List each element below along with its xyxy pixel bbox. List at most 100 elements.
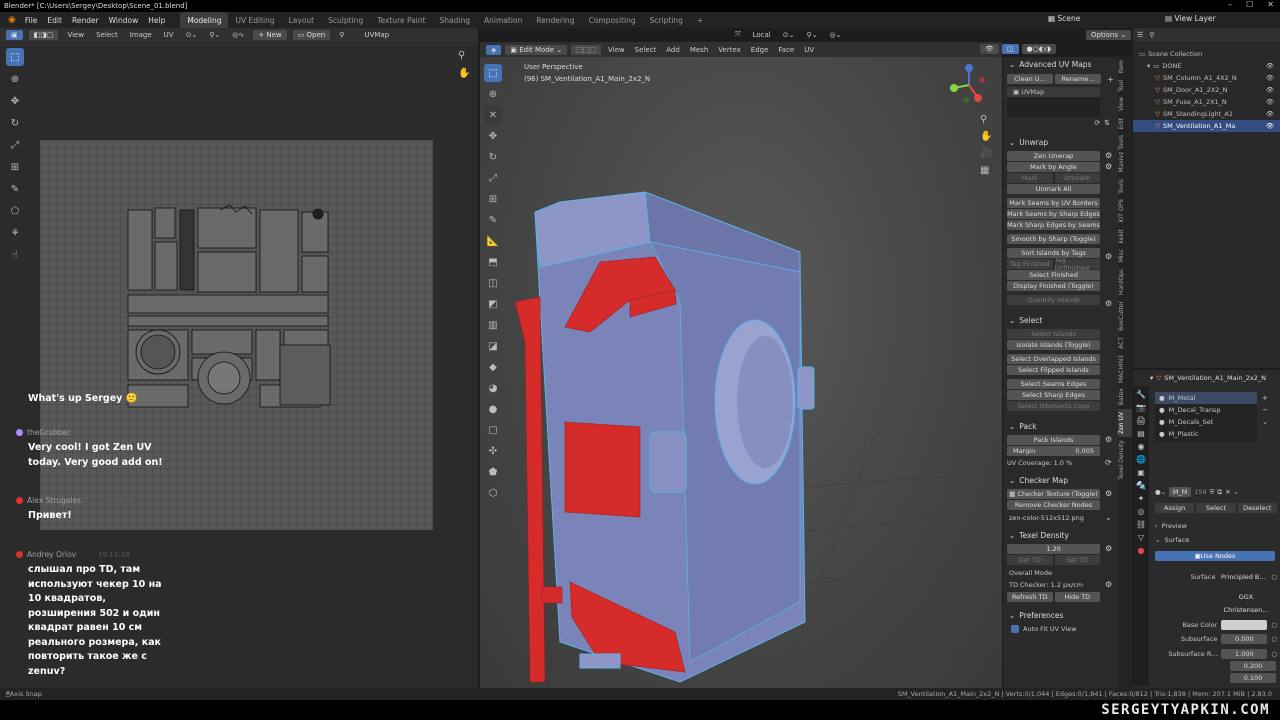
scene-icon[interactable]: ◉ (1138, 442, 1145, 451)
snap-icon[interactable]: ⚲⌄ (206, 31, 223, 39)
refresh-td-button[interactable]: Refresh TD (1007, 592, 1053, 602)
tab-modeling[interactable]: Modeling (180, 12, 229, 28)
move-tool-icon[interactable]: ✥ (484, 127, 502, 145)
assign-button[interactable]: Assign (1155, 503, 1195, 513)
pack-header[interactable]: ⌄ Pack (1003, 419, 1118, 434)
vp-menu-select[interactable]: Select (632, 46, 660, 54)
mark-by-angle-button[interactable]: Mark by Angle (1007, 162, 1100, 172)
uvmap-list-item[interactable]: ▣ UVMap (1007, 87, 1100, 97)
pan-hand-icon[interactable]: ✋ (458, 68, 470, 79)
cursor-tool-icon[interactable]: ⊕ (484, 85, 502, 103)
tab-rendering[interactable]: Rendering (529, 12, 581, 28)
clean-uv-button[interactable]: Clean U... (1007, 74, 1053, 84)
menu-edit[interactable]: Edit (42, 16, 67, 25)
td-value-field[interactable]: 1.20 (1007, 544, 1100, 554)
modifier-icon[interactable]: 🔩 (1136, 481, 1146, 490)
xray-icon[interactable]: ◫ (1001, 44, 1019, 54)
bevel-tool-icon[interactable]: ◩ (484, 295, 502, 313)
scale-tool-icon[interactable]: ⤢ (484, 169, 502, 187)
get-td-button[interactable]: Get TD (1007, 555, 1053, 565)
unmark-button[interactable]: Unmark (1054, 173, 1100, 183)
tag-finished-button[interactable]: Tag Finished (1007, 259, 1053, 269)
measure-tool-icon[interactable]: 📐 (484, 232, 502, 250)
quadrify-islands-button[interactable]: Quadrify Islands (1007, 295, 1100, 305)
material-datablock[interactable]: ●⌄ M_M 159 ⛨ ⧉ ✕ ⌄ (1155, 487, 1275, 497)
isolate-islands-button[interactable]: Isolate Islands (Toggle) (1007, 340, 1100, 350)
auto-fit-uv-checkbox[interactable]: Auto Fit UV View (1003, 623, 1118, 635)
pivot-point-icon[interactable]: ⊙⌄ (780, 31, 798, 39)
material-slot[interactable]: ● M_Plastic (1155, 428, 1257, 440)
surface-panel-header[interactable]: ⌄ Surface (1155, 534, 1189, 546)
surface-shader-field[interactable]: Principled B... (1219, 572, 1268, 582)
physics-icon[interactable]: ◎ (1138, 507, 1145, 516)
uv-menu-image[interactable]: Image (127, 31, 155, 39)
tab-batex[interactable]: Batex (1118, 385, 1132, 408)
annotate-tool-icon[interactable]: ✎ (6, 180, 24, 198)
open-image-button[interactable]: ▭ Open (292, 30, 331, 40)
checker-map-header[interactable]: ⌄ Checker Map (1003, 473, 1118, 488)
shear-tool-icon[interactable]: ⬟ (484, 463, 502, 481)
mode-selector[interactable]: ▣ Edit Mode ⌄ (505, 44, 568, 55)
add-uv-icon[interactable]: + (1107, 75, 1114, 84)
set-td-button[interactable]: Set TD (1054, 555, 1100, 565)
outliner-item[interactable]: ▽ SM_StandingLight_A1 👁 (1133, 108, 1280, 120)
navigation-gizmo[interactable] (944, 60, 994, 110)
socket-icon[interactable]: ○ (1271, 621, 1277, 629)
tab-kekit[interactable]: kekit (1118, 226, 1132, 246)
select-overlapped-button[interactable]: Select Overlapped Islands (1007, 354, 1100, 364)
rotate-tool-icon[interactable]: ↻ (6, 114, 24, 132)
select-sharp-button[interactable]: Select Sharp Edges (1007, 390, 1100, 400)
subsurface-radius-y[interactable]: 0.200 (1230, 661, 1276, 671)
cursor-tool-icon[interactable]: ⊕ (6, 70, 24, 88)
material-name-field[interactable]: M_M (1169, 487, 1192, 497)
select-tool-icon[interactable]: ⬚ (484, 64, 502, 82)
transform-orientation[interactable]: ⤧ Local ⊙⌄ ⚲⌄ ◎⌄ (732, 30, 844, 39)
proportional-icon[interactable]: ◎∿ (229, 31, 247, 39)
tab-view[interactable]: View (1118, 94, 1132, 114)
transform-tool-icon[interactable]: ⊞ (6, 158, 24, 176)
tab-compositing[interactable]: Compositing (582, 12, 643, 28)
rename-uv-button[interactable]: Rename... (1055, 74, 1101, 84)
grid-ortho-icon[interactable]: ▦ (980, 165, 992, 176)
material-slot-list[interactable]: ● M_Metal ● M_Decal_Transp ● M_Decals_Set ●… (1155, 392, 1257, 442)
tab-hardops[interactable]: HardOps (1118, 266, 1132, 298)
gear-icon[interactable]: ⚙ (1105, 253, 1113, 261)
td-mode-select[interactable]: Overall Mode (1003, 567, 1118, 579)
output-icon[interactable]: 🖨 (1136, 416, 1146, 425)
gear-icon[interactable]: ⚙ (1105, 163, 1113, 171)
fake-user-icon[interactable]: ⛨ (1210, 488, 1215, 497)
tab-machin3[interactable]: MACHIN3 (1118, 352, 1132, 386)
vp-menu-face[interactable]: Face (775, 46, 797, 54)
socket-icon[interactable]: ○ (1271, 650, 1277, 658)
data-icon[interactable]: ▽ (1138, 533, 1144, 542)
loopcut-tool-icon[interactable]: ▥ (484, 316, 502, 334)
select-flipped-button[interactable]: Select Flipped Islands (1007, 365, 1100, 375)
minimize-icon[interactable]: – (1228, 0, 1232, 9)
material-slot[interactable]: ● M_Decal_Transp (1155, 404, 1257, 416)
3d-viewport[interactable] (480, 42, 1002, 688)
vp-menu-add[interactable]: Add (663, 46, 683, 54)
tab-act[interactable]: ACT (1118, 334, 1132, 352)
hide-td-button[interactable]: Hide TD (1054, 592, 1100, 602)
maximize-icon[interactable]: ☐ (1246, 0, 1253, 9)
subsurface-method-select[interactable]: Christensen... (1218, 605, 1274, 615)
filter-icon[interactable]: ⚲ (1149, 31, 1154, 39)
grab-tool-icon[interactable]: ⬠ (6, 202, 24, 220)
constraints-icon[interactable]: ⛓ (1136, 520, 1146, 529)
eye-icon[interactable]: 👁 (1266, 62, 1274, 70)
edge-slide-tool-icon[interactable]: ▢ (484, 421, 502, 439)
refresh-icon[interactable]: ⟳ (1105, 459, 1113, 467)
smooth-tool-icon[interactable]: ● (484, 400, 502, 418)
outliner-item[interactable]: ▽ SM_Door_A1_2X2_N 👁 (1133, 84, 1280, 96)
knife-scale-tool-icon[interactable]: ✕ (484, 106, 502, 124)
uvmap-list[interactable]: ▣ UVMap (1007, 87, 1100, 117)
eye-icon[interactable]: 👁 (1266, 98, 1274, 106)
remove-slot-icon[interactable]: − (1262, 406, 1268, 414)
gear-icon[interactable]: ⚙ (1105, 152, 1113, 160)
object-icon[interactable]: ▣ (1137, 468, 1145, 477)
particles-icon[interactable]: ✦ (1138, 494, 1145, 503)
pack-islands-button[interactable]: Pack Islands (1007, 435, 1100, 445)
relax-tool-icon[interactable]: ⚘ (6, 224, 24, 242)
outliner-item[interactable]: ▽ SM_Column_A1_4X2_N 👁 (1133, 72, 1280, 84)
vp-menu-edge[interactable]: Edge (748, 46, 772, 54)
